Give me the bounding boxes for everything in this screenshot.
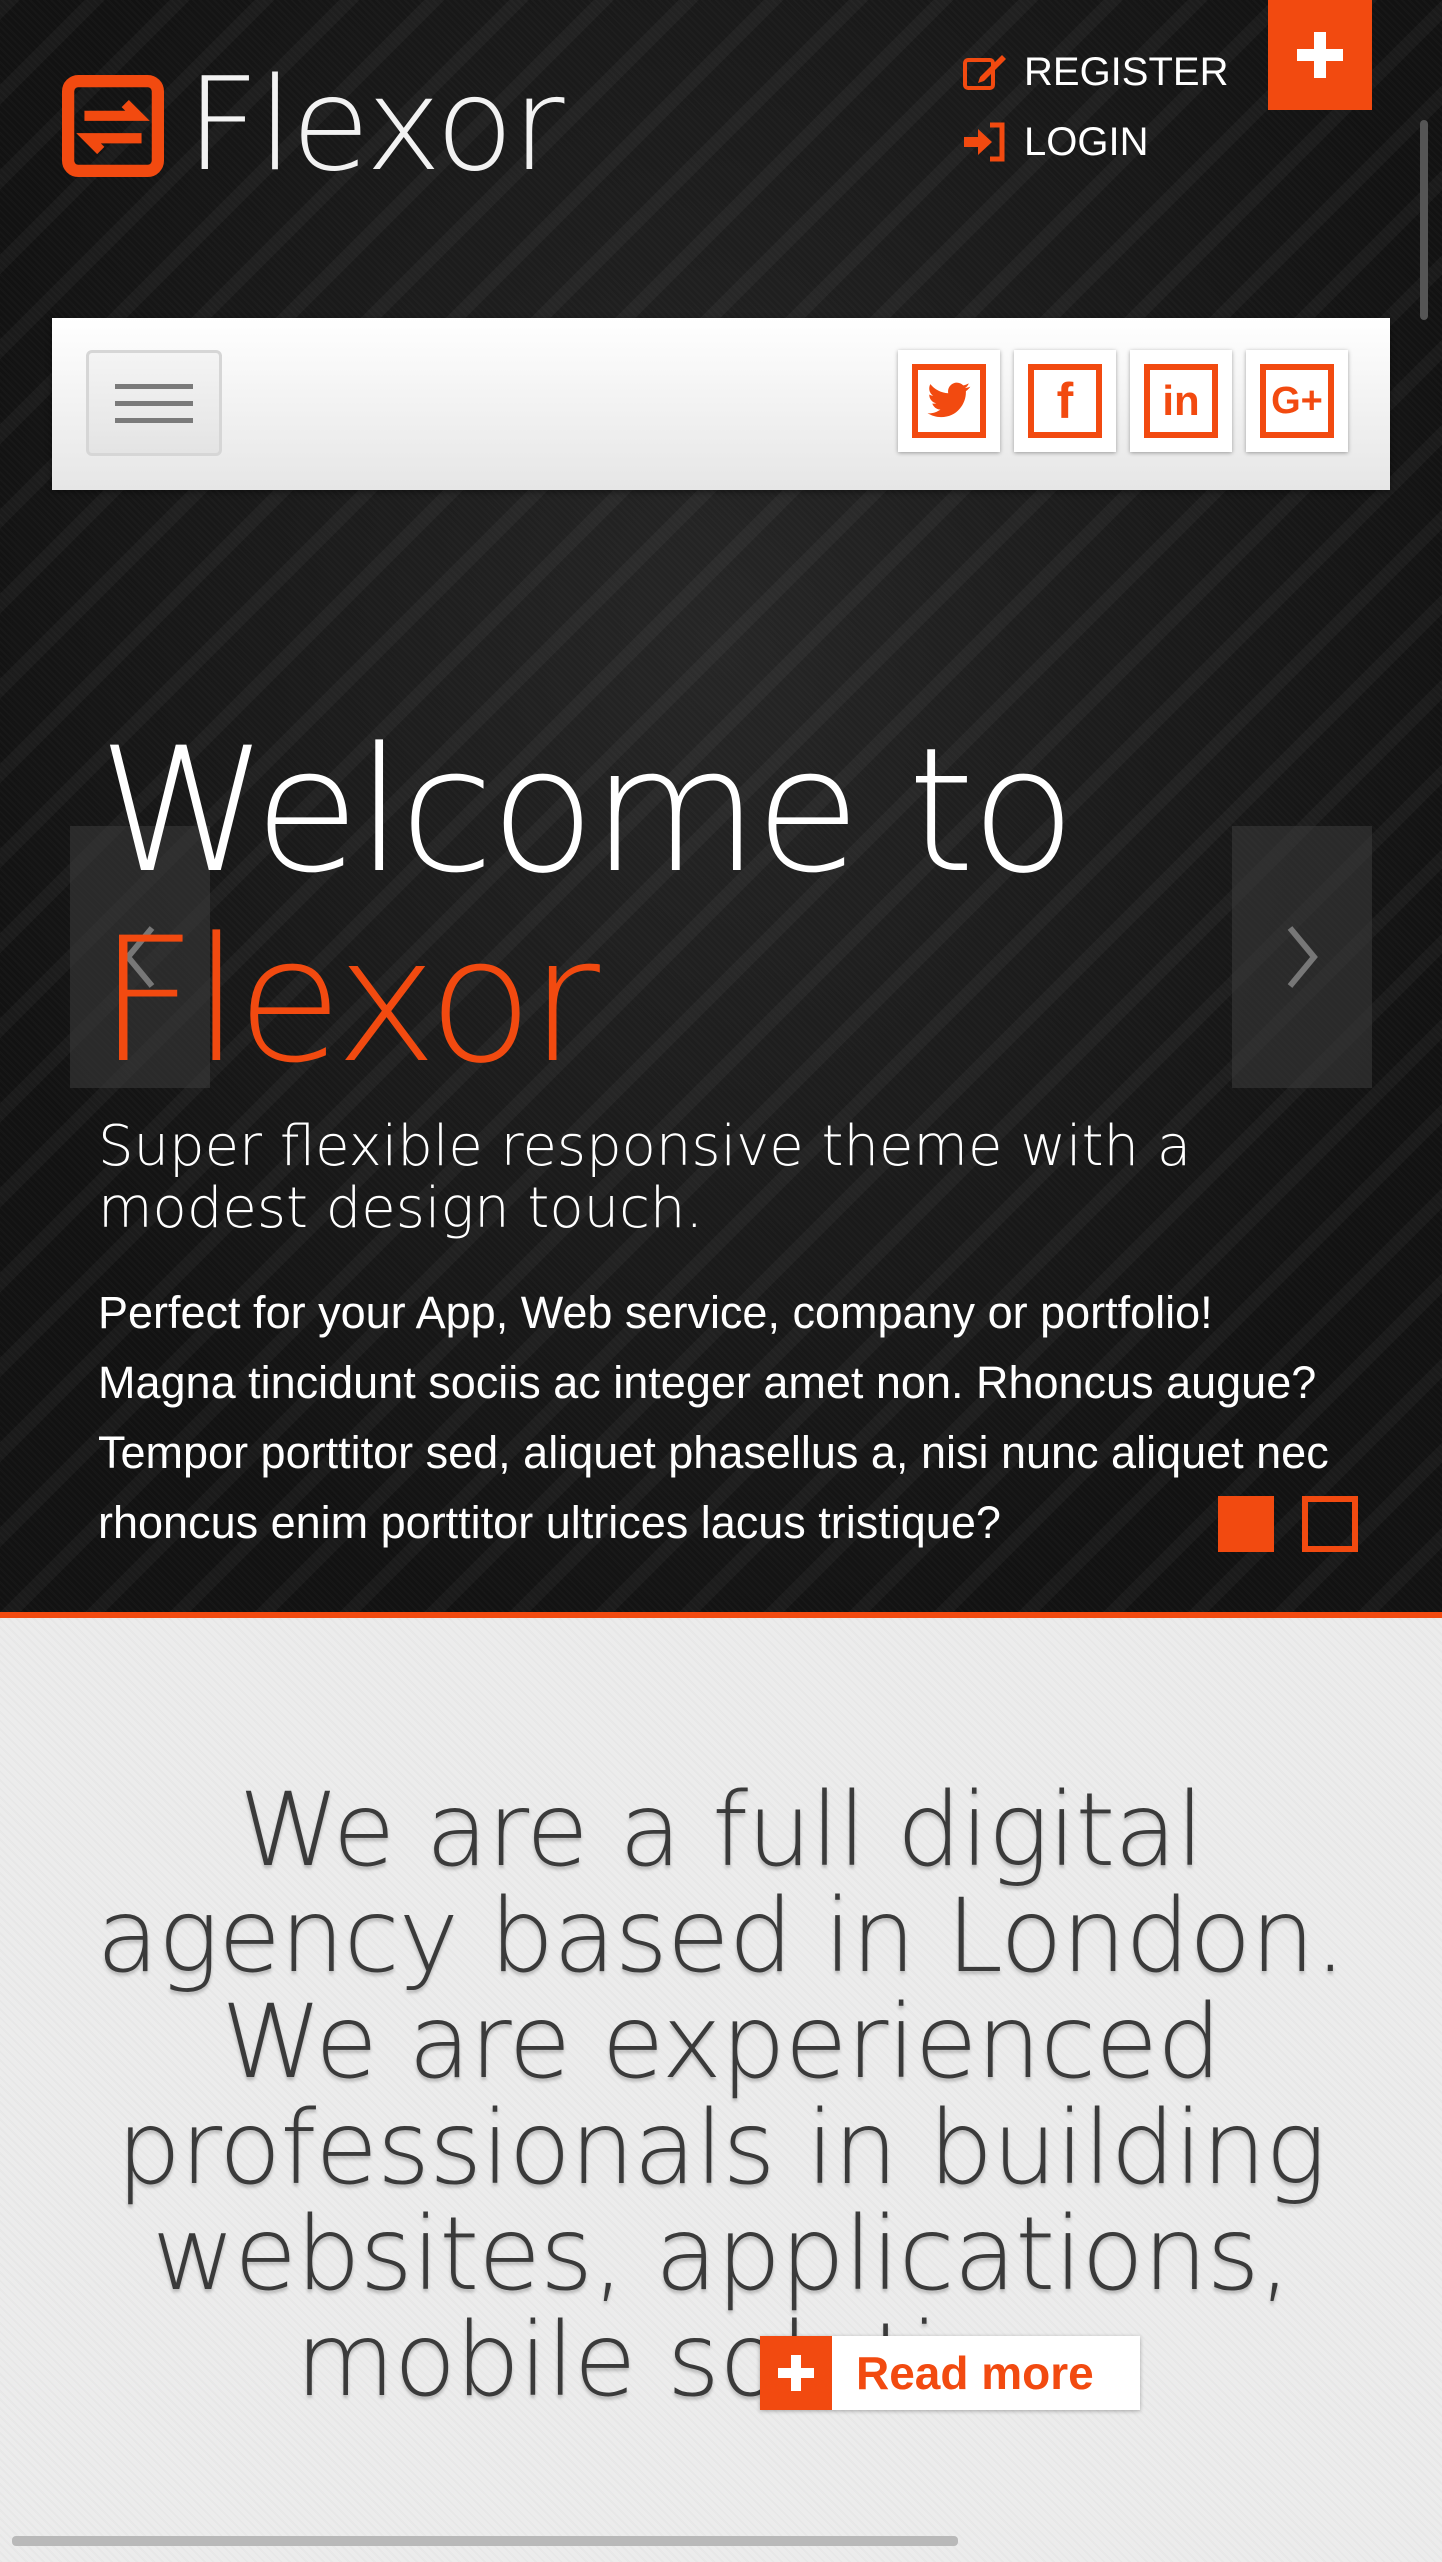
linkedin-icon: in <box>1144 364 1218 438</box>
hero-subtitle: Super flexible responsive theme with a m… <box>98 1114 1192 1241</box>
hero-section: Flexor REGISTER LOGIN f in G+ Welcome to… <box>0 0 1442 1612</box>
auth-links: REGISTER LOGIN <box>962 46 1228 186</box>
register-link[interactable]: REGISTER <box>962 46 1228 98</box>
slider-dot-1[interactable] <box>1218 1496 1274 1552</box>
plus-icon <box>1297 32 1343 78</box>
navbar: f in G+ <box>52 318 1390 490</box>
plus-icon-glyph <box>778 2355 814 2391</box>
swap-arrows-icon <box>62 75 164 177</box>
plus-icon <box>760 2336 832 2410</box>
social-frame <box>912 364 986 438</box>
corner-plus-button[interactable] <box>1268 0 1372 110</box>
social-linkedin[interactable]: in <box>1130 350 1232 452</box>
read-more-label: Read more <box>856 2347 1094 2399</box>
vertical-scrollbar[interactable] <box>1420 120 1428 320</box>
slider-pagination <box>1218 1496 1386 1552</box>
hamburger-icon <box>115 383 193 389</box>
social-google-plus[interactable]: G+ <box>1246 350 1348 452</box>
menu-toggle-button[interactable] <box>86 350 222 456</box>
agency-section: We are a full digital agency based in Lo… <box>0 1618 1442 2562</box>
horizontal-scrollbar[interactable] <box>12 2536 958 2546</box>
linkedin-glyph: in <box>1162 377 1200 424</box>
social-facebook[interactable]: f <box>1014 350 1116 452</box>
login-label: LOGIN <box>1024 119 1149 164</box>
brand-logo[interactable]: Flexor <box>62 51 564 200</box>
slider-next-button[interactable] <box>1232 826 1372 1088</box>
twitter-icon <box>927 382 971 418</box>
facebook-glyph: f <box>1056 373 1074 429</box>
social-twitter[interactable] <box>898 350 1000 452</box>
google-plus-glyph: G+ <box>1271 379 1323 422</box>
hero-title-line1: Welcome to <box>98 710 1076 911</box>
google-plus-icon: G+ <box>1260 364 1334 438</box>
register-label: REGISTER <box>1024 49 1229 94</box>
edit-icon <box>963 55 1006 90</box>
slider-dot-2[interactable] <box>1302 1496 1358 1552</box>
chevron-right-icon <box>1287 926 1318 988</box>
agency-statement: We are a full digital agency based in Lo… <box>96 1771 1346 2420</box>
hero-title: Welcome to Flexor <box>98 716 1076 1101</box>
hero-title-line2: Flexor <box>98 900 600 1101</box>
facebook-icon: f <box>1028 364 1102 438</box>
hero-description: Perfect for your App, Web service, compa… <box>98 1287 1329 1548</box>
social-links: f in G+ <box>898 350 1362 452</box>
brand-name: Flexor <box>186 51 564 200</box>
sign-in-icon <box>964 122 1005 162</box>
hamburger-icon-bar <box>115 417 193 423</box>
login-link[interactable]: LOGIN <box>962 116 1228 168</box>
read-more-button[interactable]: Read more <box>760 2336 1140 2410</box>
hamburger-icon-bar <box>115 400 193 406</box>
